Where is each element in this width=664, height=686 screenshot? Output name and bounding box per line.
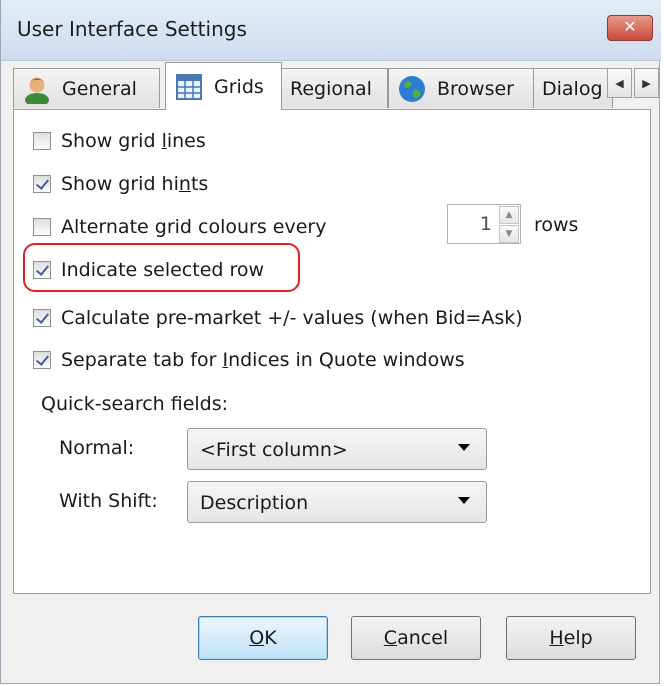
tab-regional-label: Regional (290, 77, 372, 100)
spinner-down-button[interactable]: ▼ (499, 225, 519, 243)
ok-button[interactable]: OK (198, 616, 328, 660)
separate-indices-tab-checkbox[interactable] (33, 351, 51, 369)
tab-general[interactable]: General (13, 68, 160, 108)
indicate-selected-row-checkbox[interactable] (33, 261, 51, 279)
calculate-pre-market-checkbox[interactable] (33, 309, 51, 327)
normal-select[interactable]: <First column> (187, 428, 487, 470)
quick-search-heading: Quick-search fields: (41, 393, 229, 415)
close-button[interactable]: ✕ (607, 15, 653, 41)
tab-regional[interactable]: Regional (281, 68, 388, 108)
alternate-rows-value: 1 (479, 213, 492, 235)
title-bar: User Interface Settings ✕ (1, 0, 661, 61)
chevron-down-icon (458, 444, 470, 451)
option-show-grid-hints[interactable]: Show grid hints (33, 173, 208, 195)
normal-label: Normal: (59, 437, 135, 459)
tab-scroll-left-button[interactable]: ◀ (607, 68, 632, 98)
dialog-title: User Interface Settings (17, 17, 247, 41)
show-grid-lines-label: Show grid lines (61, 130, 206, 152)
tab-browser[interactable]: Browser (388, 68, 534, 108)
option-alternate-colours[interactable]: Alternate grid colours every (33, 216, 326, 238)
rows-label: rows (534, 214, 579, 236)
tab-strip: General Grids Regional Browser Dialog ◀ … (1, 60, 661, 110)
tab-grids-label: Grids (214, 75, 264, 98)
option-separate-indices-tab[interactable]: Separate tab for Indices in Quote window… (33, 349, 465, 371)
with-shift-select[interactable]: Description (187, 481, 487, 523)
tab-scroll-buttons: ◀ ▶ (607, 68, 661, 98)
alternate-rows-spinner[interactable]: 1 ▲ ▼ (447, 204, 521, 244)
calculate-pre-market-label: Calculate pre-market +/- values (when Bi… (61, 307, 523, 329)
option-indicate-selected-row[interactable]: Indicate selected row (33, 259, 264, 281)
grid-icon (176, 73, 202, 100)
alternate-colours-checkbox[interactable] (33, 218, 51, 236)
tab-scroll-right-button[interactable]: ▶ (634, 68, 659, 98)
indicate-selected-row-label: Indicate selected row (61, 259, 265, 281)
cancel-button[interactable]: Cancel (351, 616, 481, 660)
tab-general-label: General (62, 77, 137, 100)
show-grid-lines-checkbox[interactable] (33, 132, 51, 150)
show-grid-hints-checkbox[interactable] (33, 175, 51, 193)
separate-indices-tab-label: Separate tab for Indices in Quote window… (61, 349, 465, 371)
with-shift-select-value: Description (200, 492, 309, 514)
option-calculate-pre-market[interactable]: Calculate pre-market +/- values (when Bi… (33, 307, 523, 329)
tab-dialog-label: Dialog (542, 77, 603, 100)
tab-grids[interactable]: Grids (165, 62, 282, 110)
help-button[interactable]: Help (506, 616, 636, 660)
tab-browser-label: Browser (437, 77, 514, 100)
settings-dialog: User Interface Settings ✕ General Grids (0, 0, 661, 684)
alternate-colours-label: Alternate grid colours every (61, 216, 327, 238)
user-icon (25, 77, 49, 104)
option-show-grid-lines[interactable]: Show grid lines (33, 130, 206, 152)
chevron-down-icon (458, 497, 470, 504)
globe-icon (399, 75, 425, 102)
with-shift-label: With Shift: (59, 490, 158, 512)
tab-dialog[interactable]: Dialog (533, 68, 613, 108)
spinner-up-button[interactable]: ▲ (499, 206, 519, 224)
show-grid-hints-label: Show grid hints (61, 173, 209, 195)
normal-select-value: <First column> (200, 439, 348, 461)
